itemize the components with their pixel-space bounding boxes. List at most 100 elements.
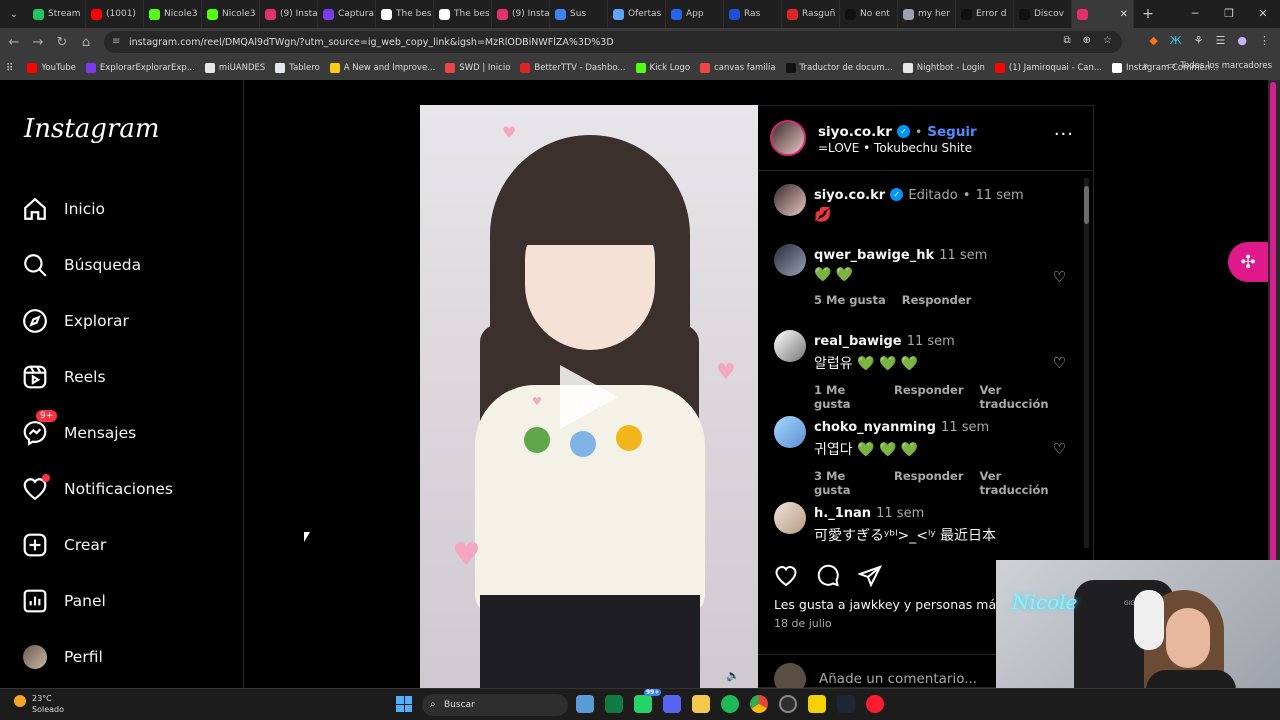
instagram-logo[interactable]: Instagram bbox=[24, 114, 160, 144]
comment-likes[interactable]: 3 Me gusta bbox=[814, 469, 878, 497]
comment-username[interactable]: real_bawige bbox=[814, 334, 902, 349]
bookmark-item[interactable]: YouTube bbox=[27, 63, 76, 73]
browser-tab[interactable]: Ras bbox=[724, 0, 782, 28]
bookmark-item[interactable]: BetterTTV - Dashbo... bbox=[520, 63, 626, 73]
browser-tab[interactable]: App bbox=[666, 0, 724, 28]
apps-icon[interactable]: ⠿ bbox=[6, 63, 13, 74]
sidebar-item-perfil[interactable]: Perfil bbox=[22, 644, 103, 670]
commenter-avatar[interactable] bbox=[774, 244, 806, 276]
extensions-icon[interactable]: ⚘ bbox=[1194, 34, 1204, 47]
bookmark-item[interactable]: ExplorarExplorarExp... bbox=[85, 63, 195, 73]
reply-button[interactable]: Responder bbox=[894, 469, 964, 497]
site-info-icon[interactable]: ≡ bbox=[112, 36, 120, 47]
author-username[interactable]: siyo.co.kr bbox=[818, 124, 892, 140]
floating-widget-button[interactable]: ✣ bbox=[1228, 242, 1268, 282]
browser-tab[interactable]: Discov bbox=[1014, 0, 1072, 28]
comment-likes[interactable]: 5 Me gusta bbox=[814, 293, 886, 307]
browser-tab[interactable]: Rasguñ bbox=[782, 0, 840, 28]
translate-button[interactable]: Ver traducción bbox=[980, 383, 1064, 411]
browser-tab[interactable]: Error d bbox=[956, 0, 1014, 28]
volume-icon[interactable]: 🔈 bbox=[726, 669, 740, 682]
bookmark-item[interactable]: A New and Improve... bbox=[329, 63, 435, 73]
browser-tab[interactable]: Sus bbox=[550, 0, 608, 28]
translate-button[interactable]: Ver traducción bbox=[980, 469, 1064, 497]
scroll-thumb[interactable] bbox=[1270, 82, 1276, 562]
commenter-avatar[interactable] bbox=[774, 502, 806, 534]
sidebar-item-panel[interactable]: Panel bbox=[22, 588, 106, 614]
bookmark-item[interactable]: Nightbot - Login bbox=[902, 63, 985, 73]
comment-likes[interactable]: 1 Me gusta bbox=[814, 383, 878, 411]
browser-tab[interactable]: ✕ bbox=[1072, 0, 1134, 28]
browser-tab[interactable]: (9) Insta bbox=[260, 0, 318, 28]
sticky-notes-icon[interactable] bbox=[808, 695, 826, 713]
sidebar-item-busqueda[interactable]: Búsqueda bbox=[22, 252, 141, 278]
discord-icon[interactable] bbox=[663, 695, 681, 713]
maximize-icon[interactable]: ❐ bbox=[1212, 0, 1246, 28]
bookmark-item[interactable]: SWD | Inicio bbox=[445, 63, 510, 73]
like-comment-icon[interactable]: ♡ bbox=[1053, 268, 1066, 286]
browser-tab[interactable]: The bes bbox=[434, 0, 492, 28]
bookmark-item[interactable]: (1) Jamiroquai - Can... bbox=[994, 63, 1102, 73]
author-avatar[interactable] bbox=[770, 120, 806, 156]
author-avatar[interactable] bbox=[774, 184, 806, 216]
tab-search-button[interactable]: ⌄ bbox=[0, 0, 28, 28]
extension-translate-icon[interactable]: Ж bbox=[1170, 34, 1182, 47]
commenter-avatar[interactable] bbox=[774, 416, 806, 448]
browser-tab[interactable]: Nicole3 bbox=[202, 0, 260, 28]
liked-by-text[interactable]: Les gusta a jawkkey y personas más bbox=[774, 597, 1003, 612]
comment-username[interactable]: qwer_bawige_hk bbox=[814, 248, 934, 263]
notepad-icon[interactable] bbox=[576, 695, 594, 713]
like-comment-icon[interactable]: ♡ bbox=[1053, 354, 1066, 372]
sidebar-item-reels[interactable]: Reels bbox=[22, 364, 106, 390]
browser-tab[interactable]: The bes bbox=[376, 0, 434, 28]
address-bar[interactable]: ≡ instagram.com/reel/DMQAl9dTWgn/?utm_so… bbox=[104, 31, 1122, 53]
browser-tab[interactable]: Ofertas bbox=[608, 0, 666, 28]
steam-icon[interactable] bbox=[837, 695, 855, 713]
zoom-icon[interactable]: ⊕ bbox=[1083, 35, 1091, 46]
like-comment-icon[interactable]: ♡ bbox=[1053, 440, 1066, 458]
bookmark-item[interactable]: Kick Logo bbox=[635, 63, 690, 73]
browser-tab[interactable]: Stream bbox=[28, 0, 86, 28]
close-tab-icon[interactable]: ✕ bbox=[1120, 9, 1128, 20]
browser-tab[interactable]: Nicole3 bbox=[144, 0, 202, 28]
comment-icon[interactable] bbox=[816, 564, 840, 588]
reel-video[interactable]: ♥ ♥ ♥ ♥ 🔈 bbox=[420, 105, 758, 688]
obs-icon[interactable] bbox=[779, 695, 797, 713]
browser-tab[interactable]: No ent bbox=[840, 0, 898, 28]
spotify-icon[interactable] bbox=[721, 695, 739, 713]
add-comment-input[interactable]: Añade un comentario... bbox=[819, 671, 977, 687]
file-explorer-icon[interactable] bbox=[692, 695, 710, 713]
opera-icon[interactable] bbox=[866, 695, 884, 713]
home-browser-icon[interactable]: ⌂ bbox=[74, 35, 98, 50]
comments-scroll-thumb[interactable] bbox=[1084, 186, 1089, 224]
comment-username[interactable]: choko_nyanming bbox=[814, 420, 936, 435]
bookmark-item[interactable]: canvas familia bbox=[700, 63, 776, 73]
bookmark-star-icon[interactable]: ☆ bbox=[1103, 35, 1112, 46]
sidebar-item-notificaciones[interactable]: Notificaciones bbox=[22, 474, 173, 502]
bookmark-item[interactable]: Tablero bbox=[275, 63, 320, 73]
caption-username[interactable]: siyo.co.kr bbox=[814, 188, 885, 203]
sidebar-item-mensajes[interactable]: 9+ Mensajes bbox=[22, 410, 136, 446]
chrome-icon[interactable] bbox=[750, 695, 768, 713]
browser-tab[interactable]: my her bbox=[898, 0, 956, 28]
bookmark-item[interactable]: miUANDES bbox=[204, 63, 265, 73]
bookmarks-overflow-icon[interactable]: » bbox=[1143, 61, 1148, 71]
profile-icon[interactable]: ● bbox=[1237, 34, 1247, 47]
sidebar-item-crear[interactable]: Crear bbox=[22, 532, 106, 558]
new-tab-button[interactable]: + bbox=[1134, 6, 1162, 22]
reply-button[interactable]: Responder bbox=[894, 383, 964, 411]
sidebar-item-explorar[interactable]: Explorar bbox=[22, 308, 129, 334]
commenter-avatar[interactable] bbox=[774, 330, 806, 362]
weather-widget[interactable]: 23°C Soleado bbox=[14, 693, 64, 715]
reload-icon[interactable]: ↻ bbox=[50, 35, 74, 50]
reply-button[interactable]: Responder bbox=[902, 293, 972, 307]
browser-tab[interactable]: (1001) bbox=[86, 0, 144, 28]
play-icon[interactable] bbox=[560, 365, 618, 429]
follow-button[interactable]: Seguir bbox=[927, 124, 976, 140]
browser-menu-icon[interactable]: ⋮ bbox=[1259, 34, 1270, 47]
bookmark-item[interactable]: Traductor de docum... bbox=[785, 63, 893, 73]
comment-username[interactable]: h._1nan bbox=[814, 506, 871, 521]
audio-label[interactable]: =LOVE • Tokubechu Shite bbox=[818, 141, 972, 155]
sidebar-item-inicio[interactable]: Inicio bbox=[22, 196, 105, 222]
more-options-icon[interactable]: ··· bbox=[1054, 124, 1074, 145]
